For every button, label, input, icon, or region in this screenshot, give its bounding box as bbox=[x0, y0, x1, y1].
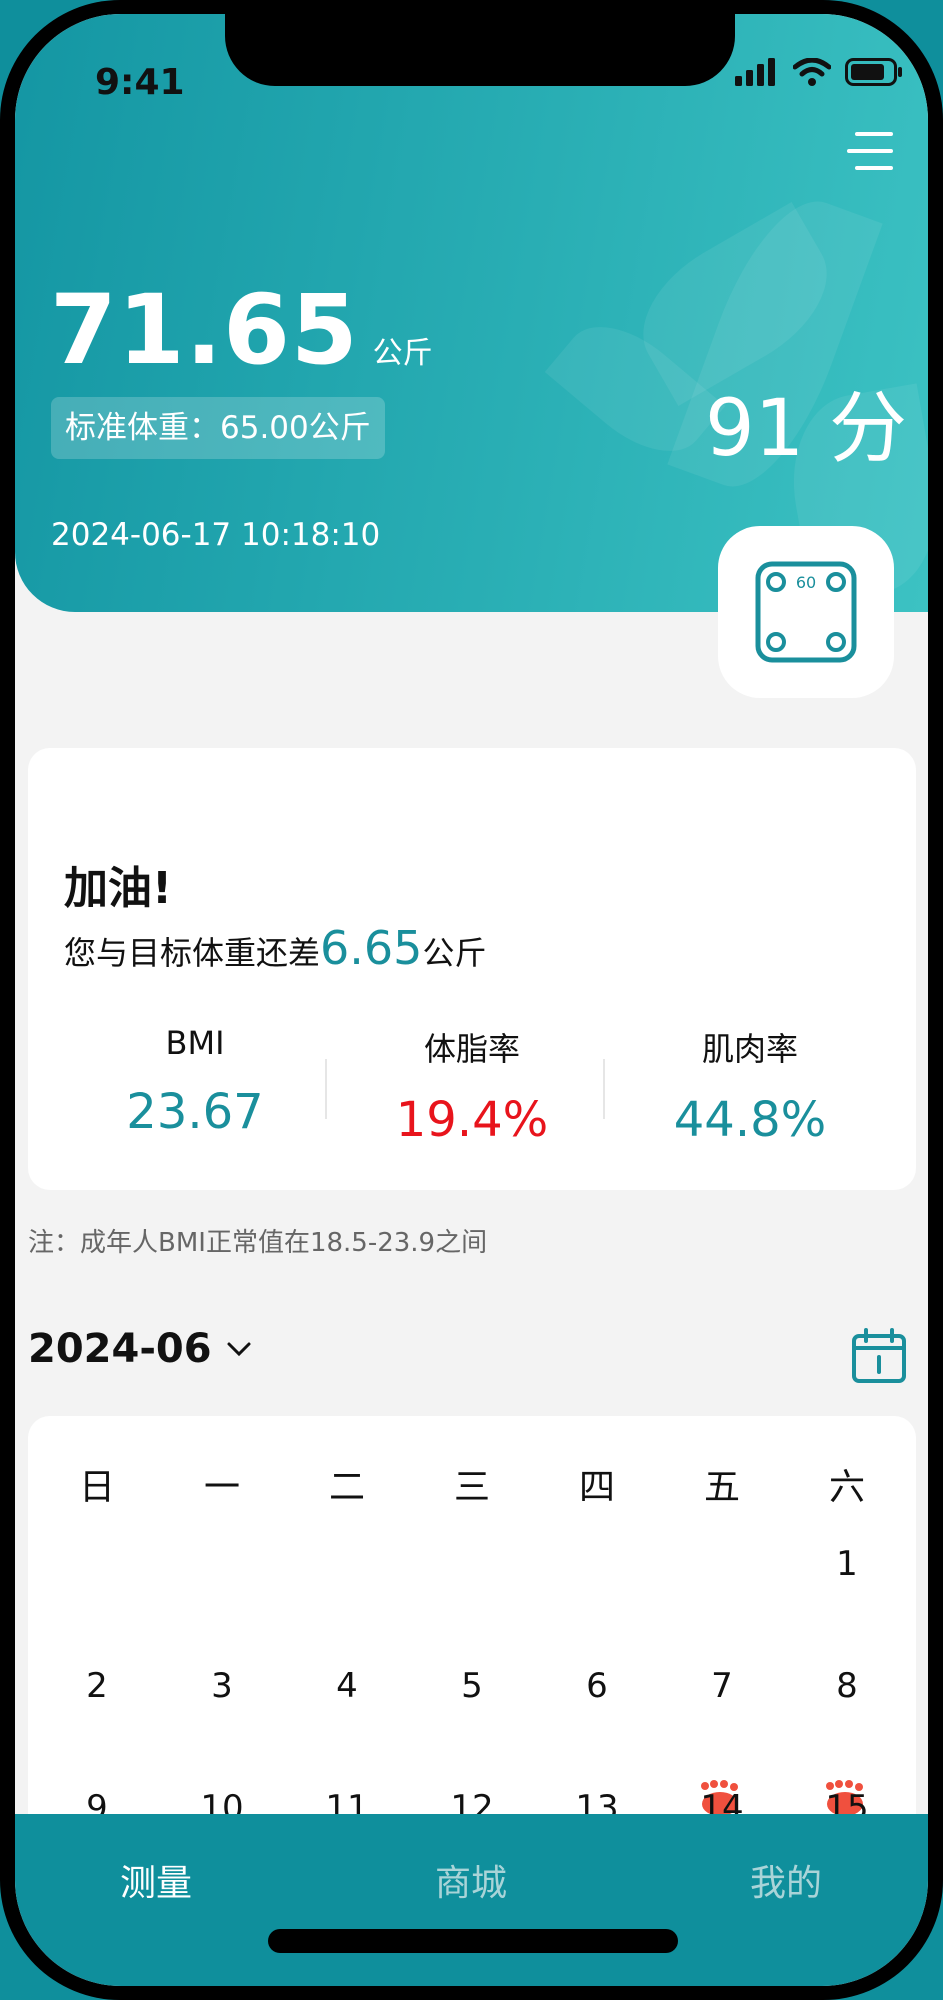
scale-display-text: 60 bbox=[796, 573, 816, 592]
month-selector[interactable]: 2024-06 bbox=[28, 1326, 252, 1372]
calendar-day[interactable]: 3 bbox=[187, 1666, 257, 1706]
tab-mine[interactable]: 我的 bbox=[750, 1854, 822, 1906]
signal-icon bbox=[735, 58, 775, 86]
month-label: 2024-06 bbox=[28, 1326, 212, 1372]
goal-prefix: 您与目标体重还差 bbox=[64, 934, 321, 972]
calendar-day[interactable]: 2 bbox=[62, 1666, 132, 1706]
calendar-day[interactable]: 6 bbox=[562, 1666, 632, 1706]
battery-icon bbox=[845, 58, 902, 86]
measurement-datetime: 2024-06-17 10:18:10 bbox=[51, 517, 381, 553]
metric-value: 23.67 bbox=[126, 1084, 264, 1140]
metric-label: BMI bbox=[165, 1024, 225, 1062]
app-screen: 9:41 71.65 公斤 标准体重：65.00公斤 2024-06-17 10… bbox=[15, 14, 928, 1986]
goal-value: 6.65 bbox=[320, 921, 423, 975]
cheer-text: 加油! bbox=[64, 863, 173, 914]
metric-value: 44.8% bbox=[673, 1092, 827, 1148]
calendar-day[interactable]: 7 bbox=[687, 1666, 757, 1706]
metric-label: 肌肉率 bbox=[701, 1030, 798, 1068]
weight-display: 71.65 公斤 bbox=[50, 274, 433, 386]
weekday-label: 日 bbox=[78, 1467, 115, 1508]
scale-button[interactable]: 60 bbox=[718, 526, 894, 698]
weight-unit: 公斤 bbox=[372, 336, 433, 371]
goal-text: 您与目标体重还差 6.65 公斤 bbox=[64, 921, 486, 975]
calendar-day[interactable]: 4 bbox=[312, 1666, 382, 1706]
weekday-label: 三 bbox=[453, 1467, 490, 1508]
scale-icon: 60 bbox=[755, 561, 857, 663]
bmi-note: 注：成年人BMI正常值在18.5-23.9之间 bbox=[28, 1228, 488, 1258]
weight-value: 71.65 bbox=[50, 274, 359, 386]
chevron-down-icon bbox=[227, 1342, 251, 1357]
weekday-label: 四 bbox=[578, 1467, 615, 1508]
metric-bmi: BMI 23.67 bbox=[55, 1024, 335, 1140]
goal-unit: 公斤 bbox=[422, 934, 487, 972]
metric-body-fat: 体脂率 19.4% bbox=[332, 1024, 612, 1148]
calendar-day[interactable]: 5 bbox=[437, 1666, 507, 1706]
wifi-icon bbox=[793, 58, 831, 86]
home-indicator bbox=[268, 1929, 678, 1953]
tab-measure[interactable]: 测量 bbox=[120, 1854, 192, 1906]
standard-weight-badge: 标准体重：65.00公斤 bbox=[51, 397, 385, 459]
weekday-label: 二 bbox=[328, 1467, 365, 1508]
status-time: 9:41 bbox=[95, 62, 185, 103]
tab-shop[interactable]: 商城 bbox=[435, 1854, 507, 1906]
menu-icon[interactable] bbox=[847, 132, 893, 172]
metric-divider bbox=[603, 1059, 605, 1119]
status-icons bbox=[735, 58, 903, 86]
metric-muscle: 肌肉率 44.8% bbox=[610, 1024, 890, 1148]
calendar-icon[interactable] bbox=[851, 1328, 907, 1384]
weekday-label: 五 bbox=[703, 1467, 740, 1508]
phone-frame: 9:41 71.65 公斤 标准体重：65.00公斤 2024-06-17 10… bbox=[0, 0, 943, 2000]
metric-value: 19.4% bbox=[395, 1092, 549, 1148]
calendar-day[interactable]: 8 bbox=[812, 1666, 882, 1706]
camera-notch bbox=[225, 14, 735, 86]
health-score: 91 分 bbox=[705, 384, 908, 474]
metric-divider bbox=[325, 1059, 327, 1119]
metric-label: 体脂率 bbox=[423, 1030, 520, 1068]
weekday-label: 一 bbox=[203, 1467, 240, 1508]
weekday-label: 六 bbox=[828, 1467, 865, 1508]
calendar-day[interactable]: 1 bbox=[812, 1544, 882, 1584]
